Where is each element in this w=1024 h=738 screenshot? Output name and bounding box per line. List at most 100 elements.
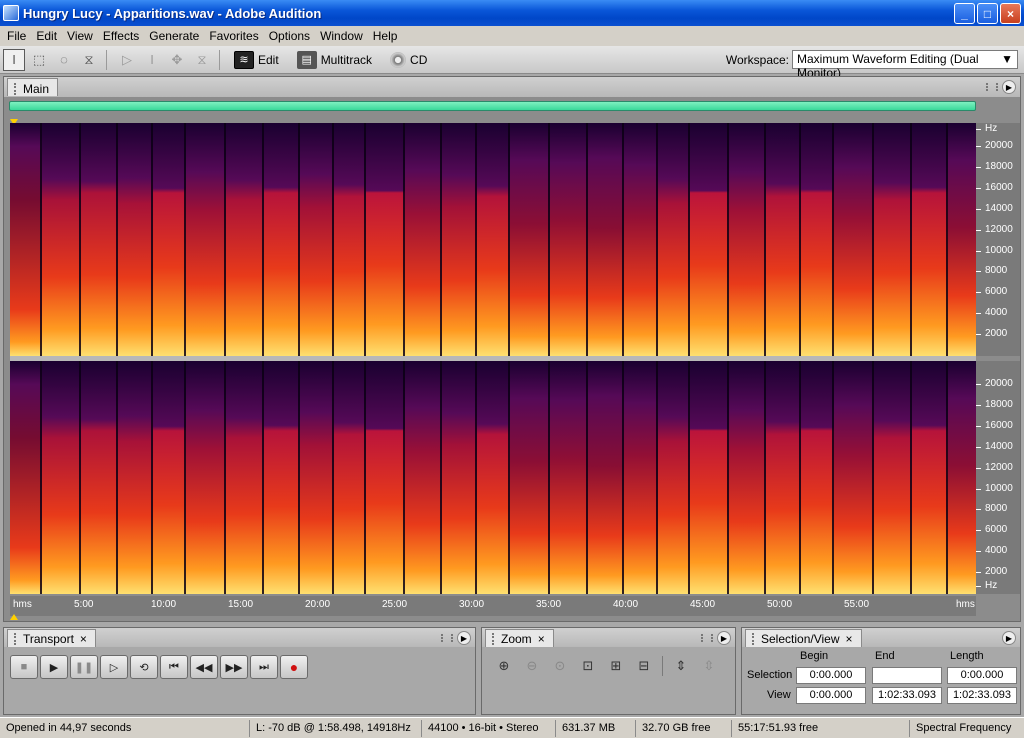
drag-grip-icon[interactable]: [492, 633, 495, 645]
time-tick-label: hms: [13, 599, 32, 610]
spectrogram-segment: [729, 123, 766, 356]
overview-bar[interactable]: [9, 101, 976, 111]
selection-end-field[interactable]: [872, 667, 942, 684]
view-row-label: View: [767, 689, 791, 701]
menu-edit[interactable]: Edit: [31, 29, 62, 43]
frequency-ruler-left[interactable]: Hz 20000 18000 16000 14000 12000 10000 8000 6000…: [976, 123, 1020, 356]
workspace-dropdown[interactable]: Maximum Waveform Editing (Dual Monitor) …: [792, 50, 1018, 80]
freq-tick-label: 20000: [976, 140, 1013, 151]
go-to-end-button[interactable]: ⏭: [250, 655, 278, 679]
minimize-button[interactable]: _: [954, 3, 975, 24]
drag-grip-icon[interactable]: [14, 82, 17, 95]
time-ruler[interactable]: hms 5:00 10:00 15:00 20:00 25:00 30:00 35:00 40:…: [10, 596, 976, 616]
lasso-tool-icon[interactable]: ◌: [53, 49, 75, 71]
freq-tick-label: 6000: [976, 286, 1007, 297]
spectrogram-segment: [264, 361, 300, 594]
go-to-start-button[interactable]: ⏮: [160, 655, 188, 679]
play-from-cursor-button[interactable]: ▷: [100, 655, 128, 679]
freq-tick-label: 4000: [976, 545, 1007, 556]
loop-button[interactable]: ⟲: [130, 655, 158, 679]
left-channel-spectrogram[interactable]: [10, 123, 976, 356]
menu-effects[interactable]: Effects: [98, 29, 144, 43]
zoom-left-edge-icon[interactable]: ⊞: [604, 655, 628, 677]
view-end-field[interactable]: 1:02:33.093: [872, 687, 942, 704]
panel-menu-icon[interactable]: ▶: [1002, 80, 1016, 94]
cursor-tool-icon[interactable]: I: [141, 49, 163, 71]
panel-menu-icon[interactable]: ▶: [457, 631, 471, 645]
close-icon[interactable]: ×: [80, 632, 87, 646]
spectrogram-segment: [690, 123, 729, 356]
menu-view[interactable]: View: [62, 29, 98, 43]
selection-length-field[interactable]: 0:00.000: [947, 667, 1017, 684]
spectrogram-segment: [874, 123, 912, 356]
close-icon[interactable]: ×: [846, 632, 853, 646]
freq-unit-label: Hz: [976, 123, 997, 134]
frequency-ruler-right[interactable]: 20000 18000 16000 14000 12000 10000 8000 6000 40…: [976, 361, 1020, 594]
time-tick-label: 5:00: [74, 599, 94, 610]
menu-generate[interactable]: Generate: [144, 29, 204, 43]
zoom-right-edge-icon[interactable]: ⊟: [632, 655, 656, 677]
zoom-out-full-icon[interactable]: ⊙: [548, 655, 572, 677]
freq-tick-label: 14000: [976, 441, 1013, 452]
tab-selection-view[interactable]: Selection/View ×: [745, 628, 862, 647]
length-header: Length: [950, 650, 984, 662]
time-tick-label: 55:00: [844, 599, 870, 610]
status-view-mode[interactable]: Spectral Frequency: [910, 720, 1024, 737]
drag-grip-icon[interactable]: [441, 634, 453, 642]
zoom-in-horizontal-icon[interactable]: ⊕: [492, 655, 516, 677]
freq-tick-label: 4000: [976, 307, 1007, 318]
panel-menu-icon[interactable]: ▶: [1002, 631, 1016, 645]
menu-file[interactable]: File: [2, 29, 31, 43]
title-bar: Hungry Lucy - Apparitions.wav - Adobe Au…: [0, 0, 1024, 26]
spectrogram-segment: [658, 123, 690, 356]
playhead-marker-bottom[interactable]: [10, 614, 18, 620]
drag-grip-icon[interactable]: [14, 633, 17, 645]
maximize-button[interactable]: □: [977, 3, 998, 24]
view-begin-field[interactable]: 0:00.000: [796, 687, 866, 704]
spectrogram-segment: [588, 123, 624, 356]
tab-transport[interactable]: Transport ×: [7, 628, 96, 647]
drag-grip-icon[interactable]: [752, 633, 755, 645]
close-icon[interactable]: ×: [538, 632, 545, 646]
record-button[interactable]: ●: [280, 655, 308, 679]
right-channel-spectrogram[interactable]: [10, 361, 976, 594]
pause-button[interactable]: ❚❚: [70, 655, 98, 679]
spectrogram-segment: [366, 361, 405, 594]
effects-paintbrush-tool-icon[interactable]: ⧖: [78, 49, 100, 71]
rewind-button[interactable]: ◀◀: [190, 655, 218, 679]
zoom-in-vertical-icon[interactable]: ⇕: [669, 655, 693, 677]
toolbar-divider: [106, 49, 107, 70]
multitrack-view-button[interactable]: ▤ Multitrack: [296, 50, 372, 69]
zoom-out-vertical-icon[interactable]: ⇳: [697, 655, 721, 677]
fast-forward-button[interactable]: ▶▶: [220, 655, 248, 679]
marquee-selection-tool-icon[interactable]: ⬚: [28, 49, 50, 71]
close-button[interactable]: ×: [1000, 3, 1021, 24]
status-file-size: 631.37 MB: [556, 719, 636, 737]
view-length-field[interactable]: 1:02:33.093: [947, 687, 1017, 704]
selection-begin-field[interactable]: 0:00.000: [796, 667, 866, 684]
spectrogram-segment: [874, 361, 912, 594]
drag-grip-icon[interactable]: [986, 83, 998, 91]
panel-menu-icon[interactable]: ▶: [717, 631, 731, 645]
drag-grip-icon[interactable]: [701, 634, 713, 642]
tab-zoom[interactable]: Zoom ×: [485, 628, 554, 647]
scrub-tool-icon[interactable]: ⧖: [191, 49, 213, 71]
hybrid-tool-icon[interactable]: ✥: [166, 49, 188, 71]
cd-view-label: CD: [410, 52, 428, 67]
menu-window[interactable]: Window: [315, 29, 368, 43]
menu-options[interactable]: Options: [264, 29, 315, 43]
spectral-display[interactable]: [10, 123, 976, 594]
menu-help[interactable]: Help: [368, 29, 403, 43]
workspace-label: Workspace:: [725, 53, 789, 67]
menu-favorites[interactable]: Favorites: [204, 29, 263, 43]
zoom-to-selection-icon[interactable]: ⊡: [576, 655, 600, 677]
cd-view-button[interactable]: CD: [390, 51, 428, 68]
stop-button[interactable]: ■: [10, 655, 38, 679]
time-selection-tool-icon[interactable]: I: [3, 48, 25, 71]
play-button[interactable]: ▶: [40, 655, 68, 679]
zoom-panel: Zoom × ▶ ⊕ ⊖ ⊙ ⊡ ⊞ ⊟ ⇕ ⇳: [481, 627, 736, 715]
edit-view-button[interactable]: ≋ Edit: [234, 50, 279, 69]
tab-main[interactable]: Main: [7, 78, 59, 96]
zoom-out-horizontal-icon[interactable]: ⊖: [520, 655, 544, 677]
move-tool-icon[interactable]: ▷: [116, 49, 138, 71]
